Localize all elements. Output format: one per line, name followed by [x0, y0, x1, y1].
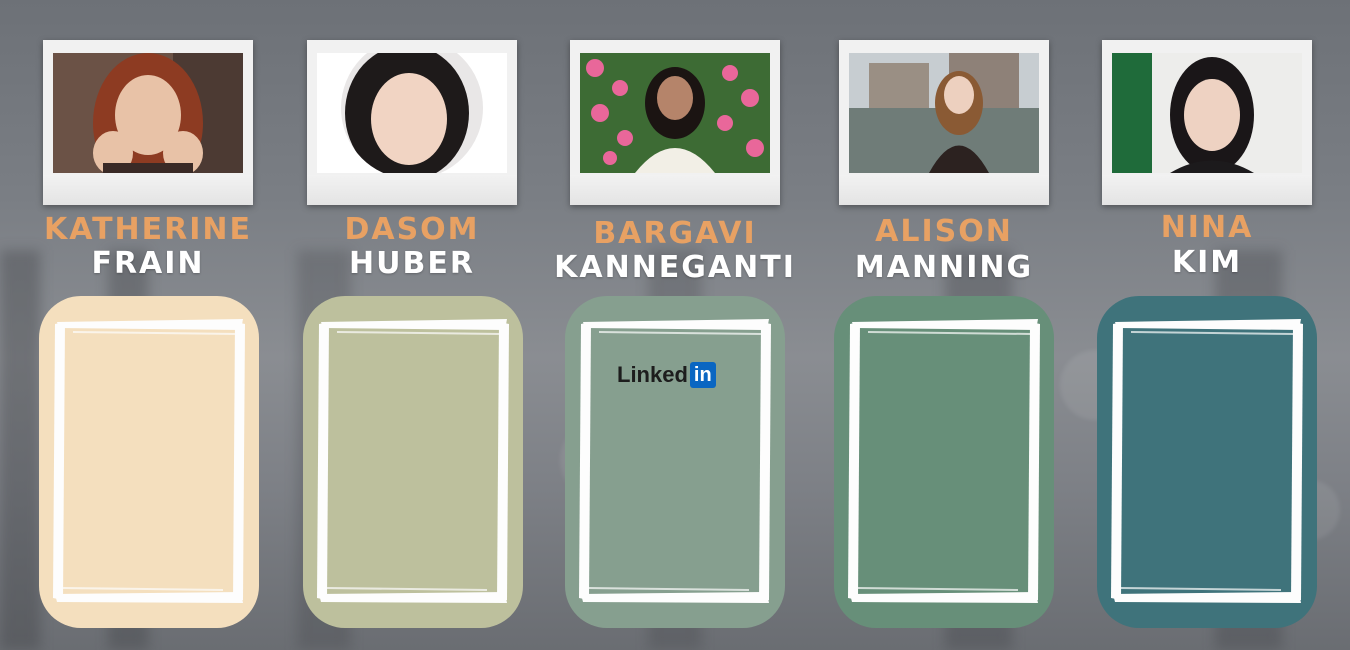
- last-name: HUBER: [349, 246, 475, 281]
- polaroid-strip: [43, 175, 253, 205]
- brush-frame: [1111, 318, 1303, 604]
- bio-panel: [39, 296, 259, 628]
- polaroid-photo-frame: [570, 40, 780, 205]
- polaroid-photo-frame: [839, 40, 1049, 205]
- profile-photo: [53, 53, 243, 173]
- polaroid-strip: [307, 175, 517, 205]
- brush-frame: [53, 318, 245, 604]
- profile-photo: [1112, 53, 1302, 173]
- first-name: DASOM: [344, 212, 480, 247]
- profile-photo: [849, 53, 1039, 173]
- bio-panel: [834, 296, 1054, 628]
- first-name: KATHERINE: [43, 212, 253, 247]
- last-name: MANNING: [854, 250, 1034, 285]
- last-name: KANNEGANTI: [554, 250, 796, 285]
- polaroid-strip: [570, 175, 780, 205]
- polaroid-photo-frame: [1102, 40, 1312, 205]
- brush-frame: [317, 318, 509, 604]
- last-name: KIM: [1171, 245, 1243, 280]
- profile-photo: [317, 53, 507, 173]
- polaroid-strip: [839, 175, 1049, 205]
- linkedin-wordmark: Linked: [617, 362, 688, 387]
- first-name: NINA: [1160, 210, 1254, 245]
- brush-frame: [848, 318, 1040, 604]
- bio-panel: Linked in: [565, 296, 785, 628]
- last-name: FRAIN: [91, 246, 205, 281]
- linkedin-logo-link[interactable]: Linked in: [617, 362, 716, 388]
- polaroid-photo-frame: [307, 40, 517, 205]
- polaroid-photo-frame: [43, 40, 253, 205]
- brush-frame: [579, 318, 771, 604]
- bio-panel: [303, 296, 523, 628]
- first-name: ALISON: [875, 214, 1013, 249]
- profile-photo: [580, 53, 770, 173]
- first-name: BARGAVI: [593, 216, 757, 251]
- polaroid-strip: [1102, 175, 1312, 205]
- linkedin-in-badge-icon: in: [689, 362, 716, 388]
- bio-panel: [1097, 296, 1317, 628]
